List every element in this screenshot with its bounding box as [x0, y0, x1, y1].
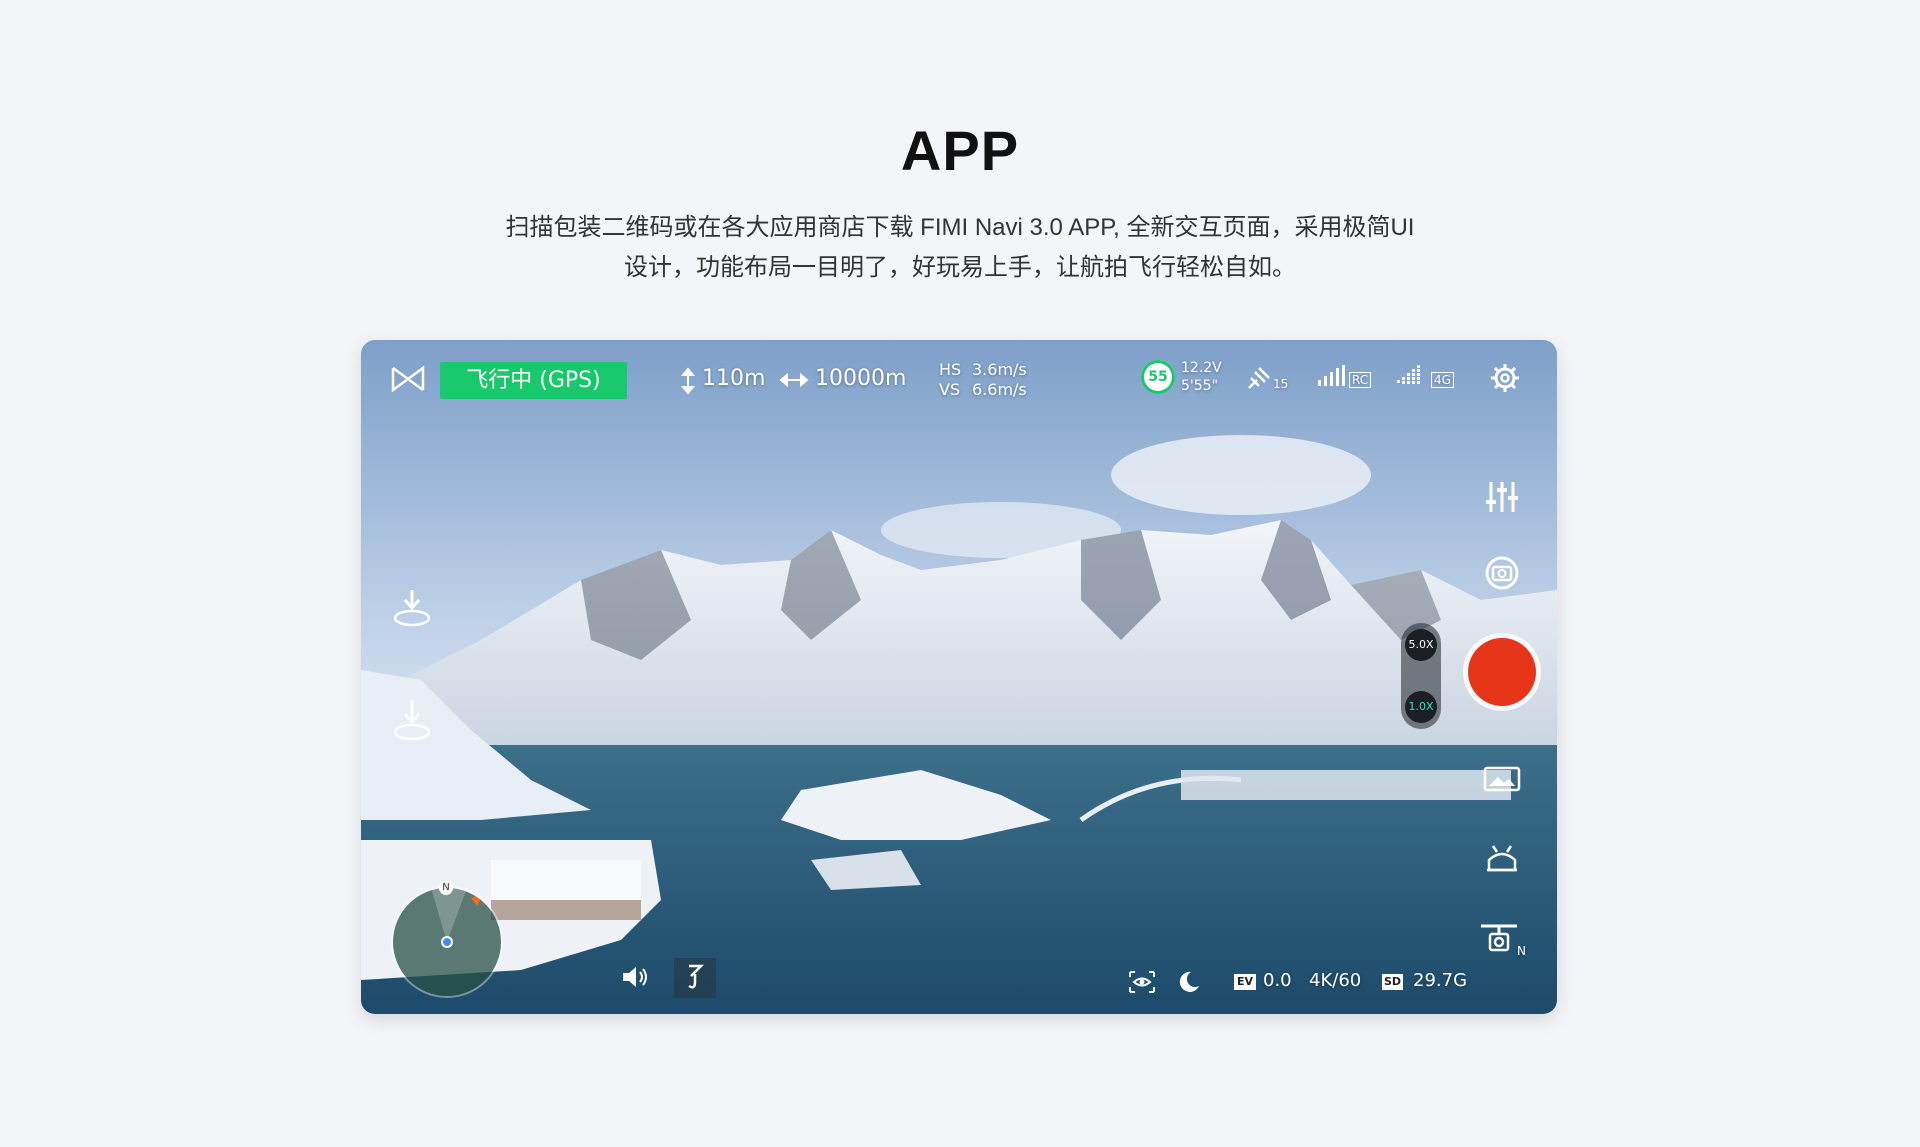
- hook-button[interactable]: [674, 958, 716, 998]
- ev-value[interactable]: 0.0: [1263, 970, 1292, 991]
- aerial-scene-image: [361, 340, 1557, 1014]
- adjust-sliders-icon[interactable]: [1485, 480, 1519, 514]
- eye-icon[interactable]: [1128, 970, 1156, 994]
- net-label: 4G: [1431, 372, 1454, 388]
- gimbal-north-label: N: [1517, 944, 1526, 958]
- vs-value: 6.6m/s: [972, 380, 1027, 399]
- flight-status-badge: 飞行中 (GPS): [440, 362, 627, 399]
- hs-value: 3.6m/s: [972, 360, 1027, 379]
- flight-time-value: 5'55": [1181, 378, 1219, 394]
- page-title: APP: [900, 119, 1020, 182]
- drone-icon[interactable]: [1483, 842, 1521, 876]
- rc-signal-icon: [1318, 365, 1345, 386]
- camera-mode-icon[interactable]: [1483, 554, 1521, 592]
- battery-ring-icon[interactable]: 55: [1141, 360, 1175, 394]
- landing-icon[interactable]: [391, 698, 433, 744]
- page-subtitle: 扫描包装二维码或在各大应用商店下载 FIMI Navi 3.0 APP, 全新交…: [410, 208, 1510, 288]
- satellite-icon: [1248, 367, 1270, 389]
- sd-card-icon: SD: [1382, 974, 1404, 990]
- ev-icon: EV: [1234, 974, 1257, 990]
- subtitle-line-1: 扫描包装二维码或在各大应用商店下载 FIMI Navi 3.0 APP, 全新交…: [505, 214, 1415, 241]
- 4g-signal-icon: [1397, 365, 1420, 384]
- distance-value: 10000m: [815, 366, 907, 391]
- satellite-count: 15: [1273, 377, 1289, 391]
- fimi-logo-icon[interactable]: [391, 364, 425, 394]
- gimbal-icon[interactable]: [1479, 922, 1519, 958]
- hs-label: HS: [939, 360, 962, 379]
- zoom-5x-button[interactable]: 5.0X: [1405, 629, 1437, 661]
- radar-map[interactable]: [393, 888, 501, 996]
- rc-label: RC: [1349, 372, 1372, 388]
- radar-north-label: N: [439, 881, 453, 895]
- sd-free-value: 29.7G: [1413, 970, 1468, 991]
- voltage-value: 12.2V: [1181, 360, 1222, 376]
- resolution-value[interactable]: 4K/60: [1309, 970, 1361, 991]
- night-mode-icon[interactable]: [1177, 970, 1201, 994]
- zoom-1x-button[interactable]: 1.0X: [1405, 691, 1437, 723]
- distance-icon: [779, 373, 809, 387]
- record-button[interactable]: [1468, 638, 1536, 706]
- settings-gear-icon[interactable]: [1489, 362, 1521, 394]
- app-screen: 飞行中 (GPS) 110m 10000m HS 3.6m/s VS 6.6m/…: [361, 340, 1557, 1014]
- vs-label: VS: [939, 380, 961, 399]
- hook-icon: [688, 964, 705, 989]
- subtitle-line-2: 设计，功能布局一目明了，好玩易上手，让航拍飞行轻松自如。: [624, 254, 1296, 281]
- zoom-control[interactable]: 5.0X 1.0X: [1401, 623, 1441, 729]
- gallery-icon[interactable]: [1483, 764, 1521, 794]
- takeoff-icon[interactable]: [391, 586, 433, 628]
- altitude-value: 110m: [702, 366, 766, 391]
- speaker-icon[interactable]: [621, 964, 651, 990]
- altitude-icon: [681, 367, 695, 395]
